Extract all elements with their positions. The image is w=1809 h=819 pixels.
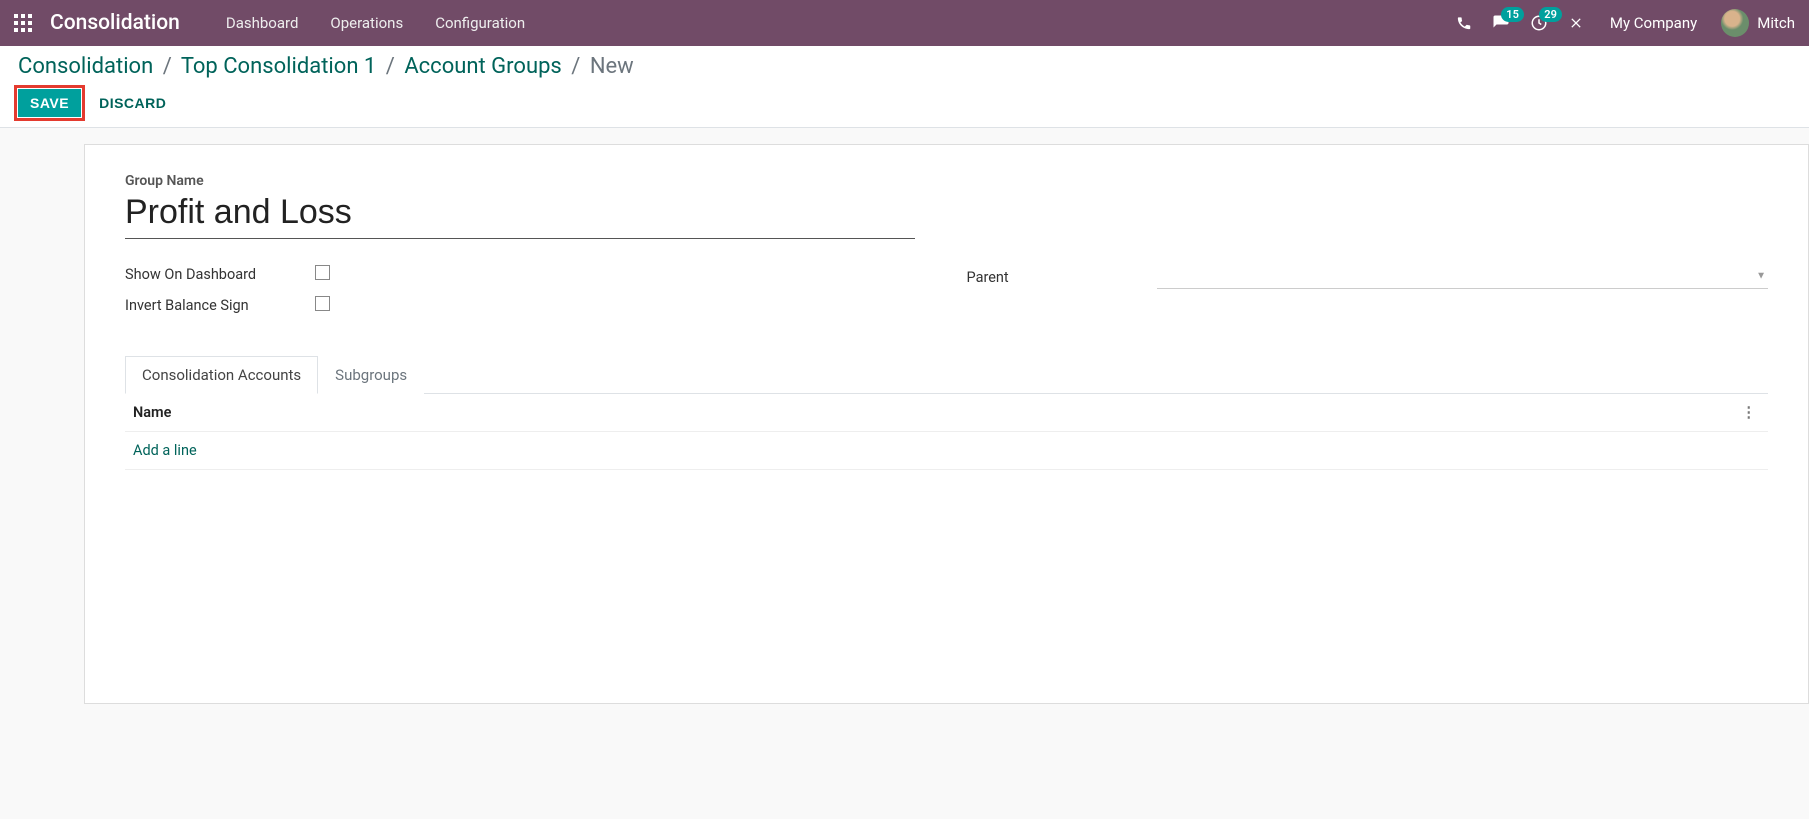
company-switcher[interactable]: My Company bbox=[1610, 14, 1697, 32]
close-studio-icon[interactable] bbox=[1568, 15, 1584, 31]
chat-badge: 15 bbox=[1501, 7, 1524, 22]
user-menu[interactable]: Mitch bbox=[1721, 9, 1795, 37]
discard-button[interactable]: DISCARD bbox=[95, 89, 170, 117]
nav-item-operations[interactable]: Operations bbox=[314, 14, 419, 32]
invert-balance-sign-label: Invert Balance Sign bbox=[125, 297, 315, 314]
username-label: Mitch bbox=[1757, 14, 1795, 32]
show-on-dashboard-checkbox[interactable] bbox=[315, 265, 330, 280]
group-name-label: Group Name bbox=[125, 173, 1768, 189]
tab-subgroups[interactable]: Subgroups bbox=[318, 356, 424, 394]
parent-select[interactable] bbox=[1157, 265, 1769, 289]
group-name-input[interactable] bbox=[125, 193, 915, 239]
breadcrumb-top-consolidation-1[interactable]: Top Consolidation 1 bbox=[181, 54, 376, 79]
show-on-dashboard-label: Show On Dashboard bbox=[125, 266, 315, 283]
activity-badge: 29 bbox=[1539, 7, 1562, 22]
form-tabs: Consolidation Accounts Subgroups bbox=[125, 355, 1768, 394]
voip-icon[interactable] bbox=[1456, 15, 1472, 31]
app-brand[interactable]: Consolidation bbox=[50, 11, 180, 35]
column-name: Name bbox=[133, 404, 1738, 421]
add-line-link[interactable]: Add a line bbox=[125, 432, 1768, 470]
apps-icon[interactable] bbox=[14, 14, 32, 32]
breadcrumb-account-groups[interactable]: Account Groups bbox=[404, 54, 561, 79]
breadcrumb-consolidation[interactable]: Consolidation bbox=[18, 54, 153, 79]
top-navbar: Consolidation Dashboard Operations Confi… bbox=[0, 0, 1809, 46]
breadcrumb-current: New bbox=[590, 54, 634, 79]
avatar bbox=[1721, 9, 1749, 37]
chat-icon[interactable]: 15 bbox=[1492, 14, 1510, 32]
table-header: Name ⋮ bbox=[125, 394, 1768, 432]
kebab-icon[interactable]: ⋮ bbox=[1738, 404, 1761, 421]
parent-label: Parent bbox=[967, 269, 1157, 286]
save-button[interactable]: SAVE bbox=[18, 89, 81, 117]
breadcrumb: Consolidation / Top Consolidation 1 / Ac… bbox=[18, 54, 1791, 79]
invert-balance-sign-checkbox[interactable] bbox=[315, 296, 330, 311]
activity-icon[interactable]: 29 bbox=[1530, 14, 1548, 32]
nav-item-configuration[interactable]: Configuration bbox=[419, 14, 541, 32]
nav-item-dashboard[interactable]: Dashboard bbox=[210, 14, 315, 32]
tab-consolidation-accounts[interactable]: Consolidation Accounts bbox=[125, 356, 318, 394]
control-panel: Consolidation / Top Consolidation 1 / Ac… bbox=[0, 46, 1809, 128]
form-sheet: Group Name Show On Dashboard Invert Bala… bbox=[84, 144, 1809, 704]
